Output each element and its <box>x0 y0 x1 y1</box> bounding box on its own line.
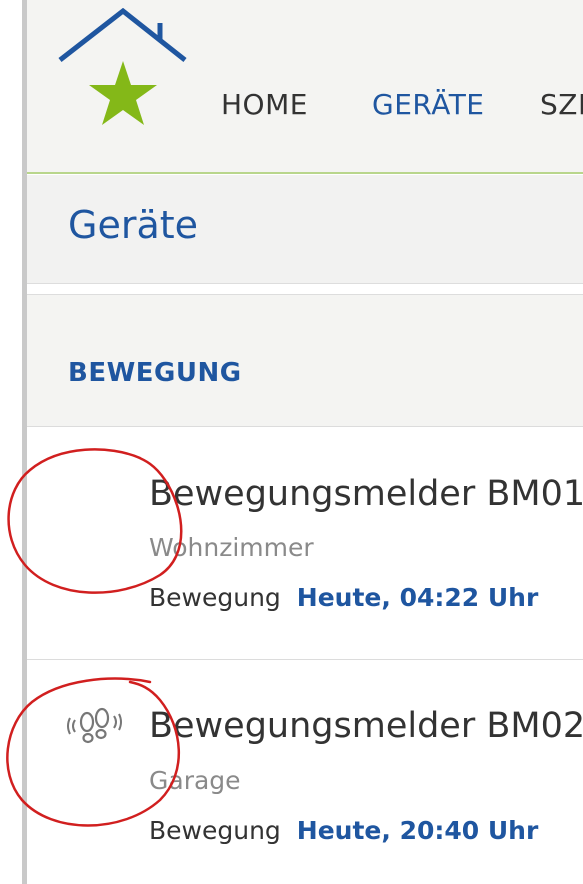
status-time: Heute, 04:22 Uhr <box>296 583 539 612</box>
header-divider <box>27 172 583 174</box>
home-star-logo-icon[interactable] <box>55 8 190 133</box>
nav-szenen[interactable]: SZE <box>540 88 583 121</box>
device-name[interactable]: Bewegungsmelder BM01 T <box>149 474 583 514</box>
status-label: Bewegung <box>149 583 281 612</box>
footsteps-icon <box>67 707 122 744</box>
nav-home[interactable]: HOME <box>221 88 308 121</box>
device-status: Bewegung Heute, 04:22 Uhr <box>149 583 538 612</box>
device-status: Bewegung Heute, 20:40 Uhr <box>149 816 538 845</box>
device-row[interactable]: Bewegungsmelder BM01 T Wohnzimmer Bewegu… <box>27 427 583 660</box>
page: HOME GERÄTE SZE Geräte BEWEGUNG Bewegung… <box>0 0 583 884</box>
status-time: Heute, 20:40 Uhr <box>296 816 539 845</box>
section-title: BEWEGUNG <box>68 358 242 388</box>
page-title: Geräte <box>68 203 199 247</box>
nav-geraete[interactable]: GERÄTE <box>372 88 484 121</box>
device-name[interactable]: Bewegungsmelder BM02 G <box>149 706 583 746</box>
status-label: Bewegung <box>149 816 281 845</box>
device-row[interactable]: Bewegungsmelder BM02 G Garage Bewegung He… <box>27 660 583 884</box>
device-room: Wohnzimmer <box>149 533 314 562</box>
device-room: Garage <box>149 766 241 795</box>
